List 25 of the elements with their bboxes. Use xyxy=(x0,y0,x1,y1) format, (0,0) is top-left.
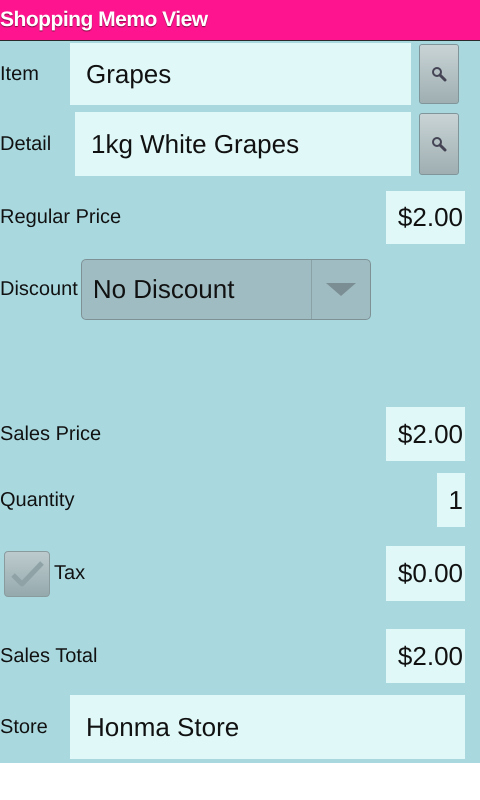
amount-field[interactable]: $2.00 xyxy=(386,407,465,461)
discount-dropdown[interactable]: No Discount xyxy=(80,259,371,320)
field-label: Item xyxy=(0,62,40,86)
tax-checkbox[interactable] xyxy=(4,550,50,596)
input-field[interactable]: 1kg White Grapes xyxy=(75,112,411,176)
amount-field[interactable]: $2.00 xyxy=(386,191,465,244)
amount-field[interactable]: $0.00 xyxy=(386,546,465,601)
amount-field[interactable]: $2.00 xyxy=(386,629,465,683)
window-title: Shopping Memo View xyxy=(0,8,208,32)
field-label: Store xyxy=(0,716,49,738)
search-button[interactable] xyxy=(419,44,459,104)
search-button[interactable] xyxy=(419,113,459,175)
field-label: Sales Price xyxy=(0,422,102,446)
search-icon xyxy=(431,66,447,82)
amount-field[interactable]: 1 xyxy=(436,473,465,527)
field-label: Detail xyxy=(0,132,52,156)
input-field[interactable]: Grapes xyxy=(70,43,411,105)
dropdown-arrow-icon xyxy=(326,282,356,296)
field-label: Regular Price xyxy=(0,206,122,229)
field-label: Quantity xyxy=(0,488,74,512)
field-label: Tax xyxy=(54,562,86,585)
input-field[interactable]: Honma Store xyxy=(70,695,465,759)
field-label: Discount xyxy=(0,278,78,301)
field-label: Sales Total xyxy=(0,644,98,668)
search-icon xyxy=(431,136,447,152)
